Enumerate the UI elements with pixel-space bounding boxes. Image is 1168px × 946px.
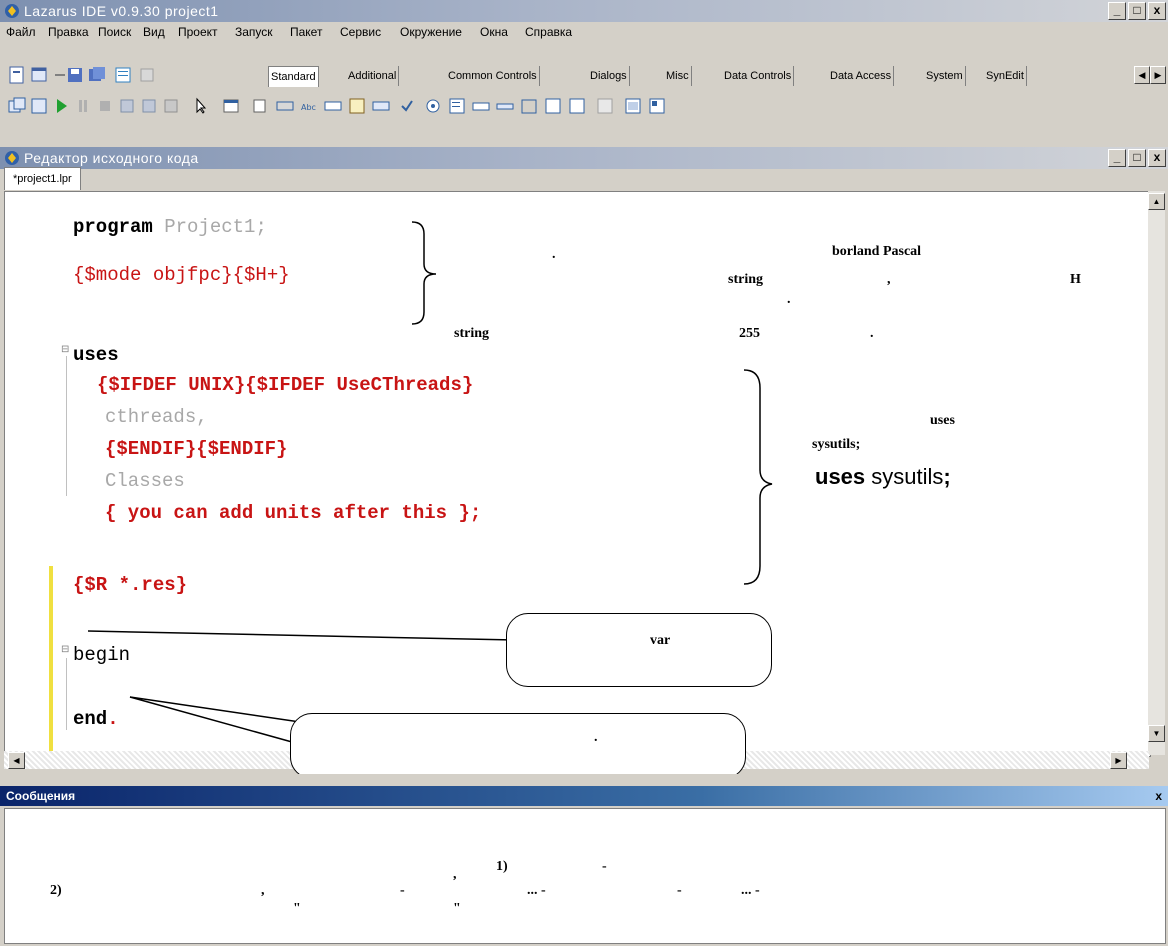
msg-dash-2: - xyxy=(400,883,405,898)
brace-program xyxy=(411,221,437,325)
messages-titlebar[interactable]: Сообщения x xyxy=(0,786,1168,806)
annotation-dot-4: . xyxy=(594,730,598,745)
messages-list[interactable]: , 1) - 2) , - ... - - ... - " " xyxy=(4,808,1166,944)
annotation-string-1: string xyxy=(728,272,763,287)
msg-dash-3: - xyxy=(677,883,682,898)
annotation-borland: borland Pascal xyxy=(832,244,922,259)
annotation-dot-2: . xyxy=(787,292,791,307)
annotation-sysutils-1: sysutils; xyxy=(812,437,861,452)
annotation-dot-1: . xyxy=(552,247,556,262)
callout-var-pointer xyxy=(87,628,513,641)
callout-end-pointer-2 xyxy=(129,696,301,723)
callout-var-box xyxy=(506,613,772,687)
callout-end-pointer xyxy=(129,696,297,743)
msg-quote-1: " xyxy=(293,901,301,916)
msg-dots-2: ... - xyxy=(741,883,760,898)
annotation-uses-2: uses xyxy=(815,464,866,489)
msg-dash-1: - xyxy=(602,859,607,874)
annotation-var: var xyxy=(650,633,671,648)
annotation-255: 255 xyxy=(739,326,760,341)
messages-close-icon[interactable]: x xyxy=(1155,786,1162,806)
brace-uses xyxy=(743,369,773,585)
messages-window: Сообщения x , 1) - 2) , - ... - - ... - … xyxy=(0,774,1168,946)
msg-quote-2: " xyxy=(453,901,461,916)
annotation-dot-3: . xyxy=(870,326,874,341)
msg-num-2: 2) xyxy=(50,883,62,898)
msg-comma-2: , xyxy=(261,883,265,898)
annotation-comma: , xyxy=(887,272,891,287)
annotation-semicolon: ; xyxy=(943,464,951,489)
msg-comma-1: , xyxy=(453,867,457,882)
annotation-uses-sysutils-example: uses sysutils; xyxy=(815,464,951,490)
msg-num-1: 1) xyxy=(496,859,508,874)
callout-end-box xyxy=(290,713,746,779)
messages-title: Сообщения xyxy=(6,789,76,803)
annotation-uses-1: uses xyxy=(930,413,955,428)
msg-dots-1: ... - xyxy=(527,883,546,898)
annotation-h: H xyxy=(1070,272,1081,287)
annotation-sysutils-2: sysutils xyxy=(865,464,944,489)
annotation-string-2: string xyxy=(454,326,489,341)
